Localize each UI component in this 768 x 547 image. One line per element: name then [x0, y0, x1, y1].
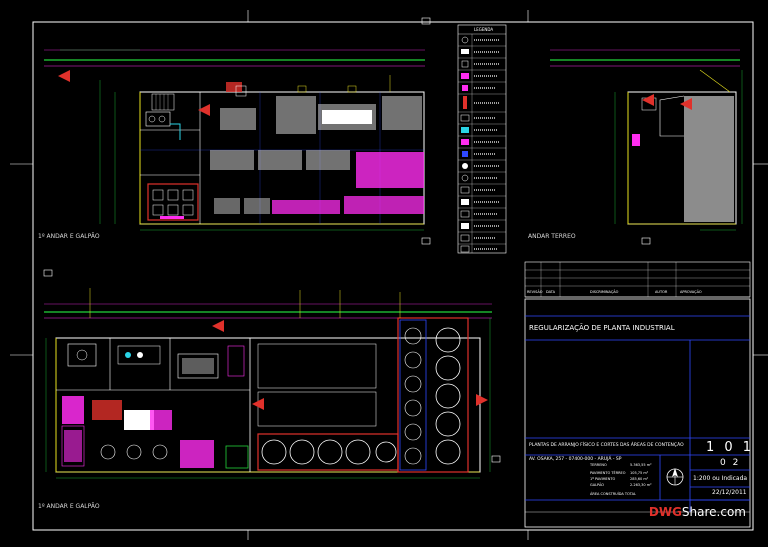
revision-header-0: REVISÃO	[527, 290, 543, 294]
revision-header-2: DISCRIMINAÇÃO	[590, 290, 619, 294]
view-title-lower-left: 1º ANDAR E GALPÃO	[38, 503, 100, 510]
view-title-upper-right: ANDAR TERREO	[528, 233, 576, 240]
sheet-number: 1 0 1	[706, 440, 755, 455]
area-label-4: ÁREA CONSTRUÍDA TOTAL	[590, 492, 636, 496]
area-label-2: 1º PAVIMENTO	[590, 477, 616, 481]
area-label-1: PAVIMENTO TÉRREO	[590, 471, 626, 475]
area-value-2: 285,60 m²	[630, 477, 649, 481]
sheet-index: 0 2	[720, 458, 741, 468]
watermark-part-b: Share.com	[681, 505, 746, 519]
revision-header-3: AUTOR	[655, 290, 668, 294]
watermark-part-a: DWG	[648, 505, 682, 519]
project-address: AV. OSAKA, 257 - 07400-000 - ARUJÁ - SP	[529, 457, 622, 462]
revision-table	[524, 261, 751, 298]
legend-title: LEGENDA	[474, 27, 494, 32]
upper-left-plan	[44, 17, 431, 245]
view-title-upper-left: 1º ANDAR E GALPÃO	[38, 233, 100, 240]
area-value-0: 5.363,55 m²	[630, 463, 652, 467]
drawing-description: PLANTAS DE ARRANJO FÍSICO E CORTES DAS Á…	[529, 443, 684, 448]
area-label-0: TERRENO	[590, 463, 607, 467]
drawing-date: 22/12/2011	[712, 489, 747, 496]
revision-header-1: DATA	[546, 290, 556, 294]
revision-header-4: APROVAÇÃO	[680, 290, 702, 294]
project-title: REGULARIZAÇÃO DE PLANTA INDUSTRIAL	[529, 324, 675, 332]
cad-sheet	[10, 10, 768, 540]
area-value-3: 2.263,30 m²	[630, 483, 652, 487]
legend-column	[457, 24, 507, 254]
lower-left-plan	[43, 269, 501, 479]
area-value-1: 105,75 m²	[630, 471, 649, 475]
upper-right-plan	[550, 49, 743, 245]
watermark-logo: DWGShare.com	[649, 505, 746, 519]
area-label-3: GALPÃO	[590, 483, 605, 487]
drawing-scale: 1:200 ou Indicada	[693, 475, 748, 482]
